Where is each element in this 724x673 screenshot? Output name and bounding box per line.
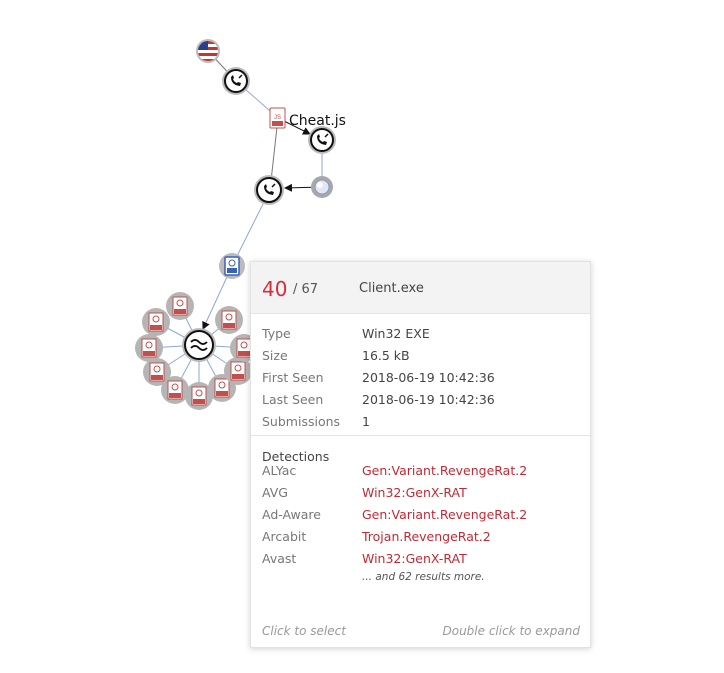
double-click-expand-hint: Double click to expand bbox=[442, 624, 580, 638]
globe-icon[interactable] bbox=[311, 176, 333, 198]
property-key: Last Seen bbox=[262, 391, 324, 407]
detection-result: Gen:Variant.RevengeRat.2 bbox=[362, 506, 528, 522]
exe-file-icon[interactable] bbox=[135, 334, 163, 362]
tooltip-header: 40 / 67 Client.exe bbox=[251, 262, 590, 314]
engine-name: Ad-Aware bbox=[262, 506, 321, 522]
exe-file-icon[interactable] bbox=[142, 308, 170, 336]
detections-title: Detections bbox=[262, 449, 330, 464]
wave-similarity-icon[interactable] bbox=[182, 328, 216, 362]
property-key: Type bbox=[262, 325, 291, 341]
detection-result: Trojan.RevengeRat.2 bbox=[362, 528, 491, 544]
selected-file-node[interactable] bbox=[219, 253, 245, 279]
property-value: 1 bbox=[362, 413, 370, 429]
engine-name: Arcabit bbox=[262, 528, 307, 544]
phone-call-icon[interactable] bbox=[308, 126, 336, 154]
property-row: Submissions 1 bbox=[251, 410, 590, 432]
engine-total: / 67 bbox=[293, 282, 319, 297]
exe-file-icon[interactable] bbox=[161, 376, 189, 404]
detection-result: Win32:GenX-RAT bbox=[362, 550, 467, 566]
detection-row: Arcabit Trojan.RevengeRat.2 bbox=[251, 525, 590, 547]
phone-call-icon[interactable] bbox=[254, 175, 284, 205]
property-value: Win32 EXE bbox=[362, 325, 430, 341]
detection-row: Ad-Aware Gen:Variant.RevengeRat.2 bbox=[251, 503, 590, 525]
detections-list: ALYac Gen:Variant.RevengeRat.2 AVG Win32:G… bbox=[251, 459, 590, 569]
property-key: First Seen bbox=[262, 369, 324, 385]
property-key: Size bbox=[262, 347, 288, 363]
detection-row: AVG Win32:GenX-RAT bbox=[251, 481, 590, 503]
engine-name: AVG bbox=[262, 484, 288, 500]
us-flag-icon[interactable] bbox=[196, 39, 220, 63]
exe-file-icon[interactable] bbox=[215, 306, 243, 334]
click-to-select-hint: Click to select bbox=[262, 624, 346, 638]
more-results-note: ... and 62 results more. bbox=[362, 571, 485, 583]
property-row: First Seen 2018-06-19 10:42:36 bbox=[251, 366, 590, 388]
property-row: Last Seen 2018-06-19 10:42:36 bbox=[251, 388, 590, 410]
property-row: Size 16.5 kB bbox=[251, 344, 590, 366]
file-icon[interactable]: JS bbox=[269, 107, 286, 129]
phone-call-icon[interactable] bbox=[222, 67, 250, 95]
property-key: Submissions bbox=[262, 413, 341, 429]
js-badge: JS bbox=[274, 115, 281, 121]
tooltip-footer: Click to select Double click to expand bbox=[262, 624, 580, 638]
detection-result: Gen:Variant.RevengeRat.2 bbox=[362, 462, 528, 478]
exe-file-icon[interactable] bbox=[166, 292, 194, 320]
file-properties: Type Win32 EXE Size 16.5 kB First Seen 2018… bbox=[251, 314, 590, 436]
detection-row: ALYac Gen:Variant.RevengeRat.2 bbox=[251, 459, 590, 481]
detection-score: 40 bbox=[262, 277, 288, 301]
property-row: Type Win32 EXE bbox=[251, 322, 590, 344]
property-value: 2018-06-19 10:42:36 bbox=[362, 369, 495, 385]
engine-name: Avast bbox=[262, 550, 297, 566]
detection-result: Win32:GenX-RAT bbox=[362, 484, 467, 500]
property-value: 2018-06-19 10:42:36 bbox=[362, 391, 495, 407]
property-value: 16.5 kB bbox=[362, 347, 410, 363]
engine-name: ALYac bbox=[262, 462, 297, 478]
node-label-cheat: Cheat.js bbox=[289, 113, 346, 129]
file-details-tooltip[interactable]: 40 / 67 Client.exe Type Win32 EXE Size 16.… bbox=[250, 261, 591, 648]
detection-row: Avast Win32:GenX-RAT bbox=[251, 547, 590, 569]
file-name: Client.exe bbox=[359, 281, 424, 296]
